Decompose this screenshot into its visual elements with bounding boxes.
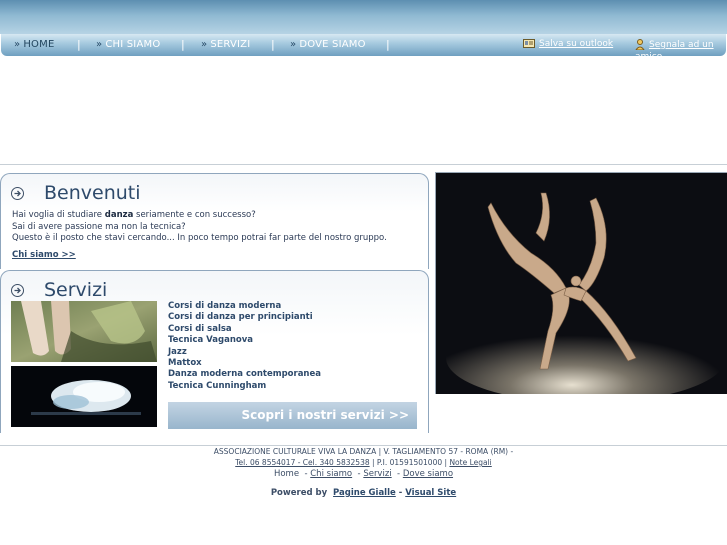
header-divider	[0, 164, 727, 165]
discover-services-button[interactable]: Scopri i nostri servizi >>	[168, 402, 417, 429]
save-outlook-label: Salva su outlook	[539, 39, 614, 49]
service-item[interactable]: Danza moderna contemporanea	[168, 369, 321, 380]
footer-link-servizi[interactable]: Servizi	[363, 469, 391, 479]
nav-servizi[interactable]: » SERVIZI	[201, 39, 250, 50]
footer-link-chi-siamo[interactable]: Chi siamo	[310, 469, 352, 479]
service-item[interactable]: Corsi di salsa	[168, 324, 321, 335]
nav-separator: |	[181, 38, 185, 51]
welcome-line-1-post: seriamente e con successo?	[133, 210, 256, 220]
service-item[interactable]: Mattox	[168, 358, 321, 369]
footer-vat: | P.I. 01591501000 |	[369, 458, 450, 467]
nav-dove-siamo-label: DOVE SIAMO	[299, 39, 366, 50]
chi-siamo-link[interactable]: Chi siamo >>	[12, 250, 76, 260]
welcome-title: Benvenuti	[44, 182, 141, 204]
double-chevron-icon: »	[201, 39, 208, 50]
service-item[interactable]: Corsi di danza per principianti	[168, 312, 321, 323]
nav-home-label: HOME	[23, 39, 55, 50]
nav-home[interactable]: » HOME	[14, 39, 54, 50]
nav-separator: |	[386, 38, 390, 51]
services-title: Servizi	[44, 279, 108, 301]
save-outlook-link[interactable]: Salva su outlook	[523, 39, 613, 49]
footer-contacts: Tel. 06 8554017 - Cel. 340 5832538 | P.I…	[0, 458, 727, 467]
nav-chi-siamo-label: CHI SIAMO	[105, 39, 161, 50]
main-nav: » HOME | » CHI SIAMO | » SERVIZI | » DOVE SI…	[1, 34, 726, 62]
service-item[interactable]: Tecnica Cunningham	[168, 381, 321, 392]
double-chevron-icon: »	[96, 39, 103, 50]
welcome-line-1: Hai voglia di studiare danza seriamente …	[12, 210, 387, 222]
nav-separator: |	[271, 38, 275, 51]
footer-link-home[interactable]: Home	[274, 469, 299, 479]
powered-by: Powered by Pagine Gialle - Visual Site	[270, 488, 457, 498]
pagine-gialle-link[interactable]: Pagine Gialle	[333, 488, 396, 498]
welcome-panel: Benvenuti Hai voglia di studiare danza s…	[0, 173, 429, 269]
recommend-label: Segnala ad un amico	[635, 40, 714, 62]
dancers-hero-photo	[435, 172, 727, 394]
service-item[interactable]: Jazz	[168, 347, 321, 358]
welcome-line-2: Sai di avere passione ma non la tecnica?	[12, 221, 186, 232]
arrow-right-icon	[11, 283, 24, 297]
services-header: Servizi	[11, 279, 107, 301]
footer-divider	[0, 445, 727, 446]
service-item[interactable]: Corsi di danza moderna	[168, 301, 321, 312]
footer-address: ASSOCIAZIONE CULTURALE VIVA LA DANZA | V…	[213, 447, 514, 456]
contact-card-icon	[523, 39, 535, 48]
welcome-line-3: Questo è il posto che stavi cercando... …	[12, 233, 387, 243]
welcome-header: Benvenuti	[11, 182, 141, 204]
service-item[interactable]: Tecnica Vaganova	[168, 335, 321, 346]
ballet-shoes-photo	[11, 301, 157, 362]
recommend-link[interactable]: Segnala ad un amico	[635, 39, 721, 63]
footer-nav: Home - Chi siamo - Servizi - Dove siamo	[273, 469, 454, 479]
footer-phones-link[interactable]: Tel. 06 8554017 - Cel. 340 5832538	[235, 458, 369, 467]
double-chevron-icon: »	[14, 39, 21, 50]
powered-by-label: Powered by	[270, 488, 328, 498]
double-chevron-icon: »	[290, 39, 297, 50]
arrow-right-icon	[11, 186, 24, 200]
nav-chi-siamo[interactable]: » CHI SIAMO	[96, 39, 160, 50]
person-icon	[635, 39, 645, 50]
welcome-text: Hai voglia di studiare danza seriamente …	[12, 210, 387, 245]
nav-dove-siamo[interactable]: » DOVE SIAMO	[290, 39, 366, 50]
tutu-photo	[11, 366, 157, 427]
services-panel: Servizi Corsi di danza moderna Corsi di …	[0, 270, 429, 433]
nav-servizi-label: SERVIZI	[210, 39, 251, 50]
footer-link-dove-siamo[interactable]: Dove siamo	[403, 469, 453, 479]
nav-separator: |	[77, 38, 81, 51]
services-list: Corsi di danza moderna Corsi di danza pe…	[168, 301, 321, 392]
legal-notes-link[interactable]: Note Legali	[449, 458, 491, 467]
header-banner	[0, 0, 727, 34]
visual-site-link[interactable]: Visual Site	[405, 488, 456, 498]
welcome-line-1-bold: danza	[104, 210, 134, 220]
welcome-line-1-pre: Hai voglia di studiare	[12, 210, 105, 220]
